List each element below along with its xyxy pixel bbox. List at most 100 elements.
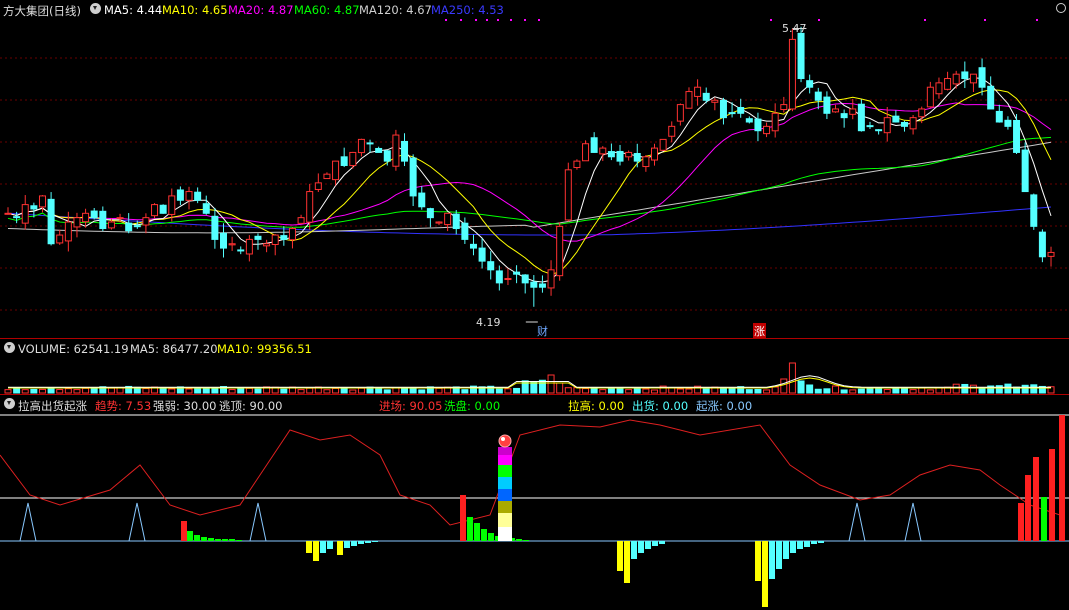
candle-body xyxy=(323,173,331,180)
candle-body xyxy=(547,269,555,289)
candle-body xyxy=(271,234,279,246)
candle-body xyxy=(495,270,503,284)
marker-dot xyxy=(445,19,447,21)
candle-body xyxy=(21,204,29,224)
candle-body xyxy=(909,117,917,130)
ship-bar xyxy=(659,541,665,544)
volume-bar xyxy=(814,388,822,394)
escape-bar xyxy=(313,541,319,561)
candle-body xyxy=(849,108,857,115)
enter-bar xyxy=(1025,475,1031,541)
candle-body xyxy=(806,80,814,88)
event-zhang-badge[interactable]: 涨 xyxy=(753,323,766,339)
candle-body xyxy=(418,192,426,208)
volume-bar xyxy=(685,388,693,394)
volume-bar xyxy=(73,389,81,394)
volume-bar xyxy=(21,389,29,394)
volume-bar xyxy=(349,389,357,394)
signal-ball xyxy=(498,434,512,448)
volume-bar xyxy=(961,383,969,394)
candle-body xyxy=(745,118,753,123)
candle-body xyxy=(607,151,615,158)
escape-label: 逃顶: 90.00 xyxy=(219,399,283,413)
volume-bar xyxy=(538,379,546,394)
volume-bar xyxy=(323,389,331,394)
volume-bar xyxy=(82,387,90,394)
strength-bar xyxy=(215,539,221,541)
strength-bar xyxy=(236,540,242,541)
settings-icon[interactable] xyxy=(1056,3,1066,13)
wash-label: 洗盘: 0.00 xyxy=(444,399,501,413)
volume-bar xyxy=(306,387,314,394)
candle-body xyxy=(375,147,383,153)
ship-label: 出货: 0.00 xyxy=(632,399,689,413)
candle-body xyxy=(935,82,943,95)
candle-body xyxy=(176,189,184,201)
ma5-label: MA5: 4.44 xyxy=(104,3,163,17)
indicator-dropdown-icon[interactable] xyxy=(4,398,15,409)
candle-body xyxy=(107,221,115,229)
volume-panel[interactable]: VOLUME: 62541.19 MA5: 86477.20 MA10: 993… xyxy=(0,339,1069,394)
escape-bar xyxy=(365,541,371,543)
enter-bar xyxy=(1041,497,1047,541)
ma-dropdown-icon[interactable] xyxy=(90,3,101,14)
low-price-label: 4.19 xyxy=(476,316,501,329)
volume-bar xyxy=(38,388,46,394)
marker-dot xyxy=(475,19,477,21)
volume-bar xyxy=(409,387,417,394)
candle-body xyxy=(435,221,443,224)
candle-body xyxy=(254,235,262,240)
escape-bar xyxy=(372,541,378,542)
candle-body xyxy=(116,217,124,220)
enter-label: 进场: 90.05 xyxy=(379,399,443,413)
ship-bar xyxy=(776,541,782,569)
volume-dropdown-icon[interactable] xyxy=(4,342,15,353)
candle-body xyxy=(900,121,908,127)
volume-bar xyxy=(763,389,771,394)
rise-spike xyxy=(19,502,37,542)
candle-body xyxy=(599,147,607,155)
volume-label: VOLUME: 62541.19 xyxy=(18,342,129,356)
volume-bar xyxy=(849,389,857,394)
rise-label: 起涨: 0.00 xyxy=(696,399,753,413)
candle-body xyxy=(625,151,633,158)
candle-body xyxy=(392,134,400,167)
candle-body xyxy=(1021,149,1029,193)
ship-bar xyxy=(797,541,803,549)
candle-body xyxy=(1004,119,1012,127)
candle-body xyxy=(340,156,348,166)
candle-body xyxy=(659,138,667,151)
candle-body xyxy=(987,85,995,110)
volume-bar xyxy=(401,387,409,394)
strength-bar xyxy=(208,538,214,541)
marker-dot xyxy=(924,19,926,21)
candle-body xyxy=(99,210,107,230)
indicator-panel[interactable]: 拉高出货起涨 趋势: 7.53 强弱: 30.00 逃顶: 90.00 进场: … xyxy=(0,395,1069,610)
volume-bar xyxy=(892,388,900,394)
candle-body xyxy=(185,191,193,201)
candle-body xyxy=(866,125,874,128)
candle-body xyxy=(159,204,167,214)
marker-dot xyxy=(486,19,488,21)
indicator-chart[interactable] xyxy=(0,395,1069,610)
candle-body xyxy=(771,112,779,132)
volume-bar xyxy=(642,388,650,394)
candle-body xyxy=(668,125,676,137)
event-cai-badge[interactable]: 财 xyxy=(537,323,548,339)
ship-bar xyxy=(755,541,761,581)
marker-dot xyxy=(460,19,462,21)
volume-bar xyxy=(1004,383,1012,394)
signal-column-segment xyxy=(498,465,512,477)
candle-body xyxy=(366,142,374,145)
marker-dot xyxy=(497,19,499,21)
volume-bar xyxy=(280,388,288,394)
candle-body xyxy=(538,283,546,288)
rise-spike xyxy=(128,502,146,542)
volume-bar xyxy=(254,388,262,394)
price-panel[interactable]: 方大集团(日线) MA5: 4.44 MA10: 4.65 MA20: 4.87… xyxy=(0,0,1069,339)
volume-bar xyxy=(651,389,658,394)
price-chart[interactable] xyxy=(0,0,1069,338)
candle-body xyxy=(995,110,1003,123)
candle-body xyxy=(314,182,322,190)
volume-bar xyxy=(237,387,245,394)
